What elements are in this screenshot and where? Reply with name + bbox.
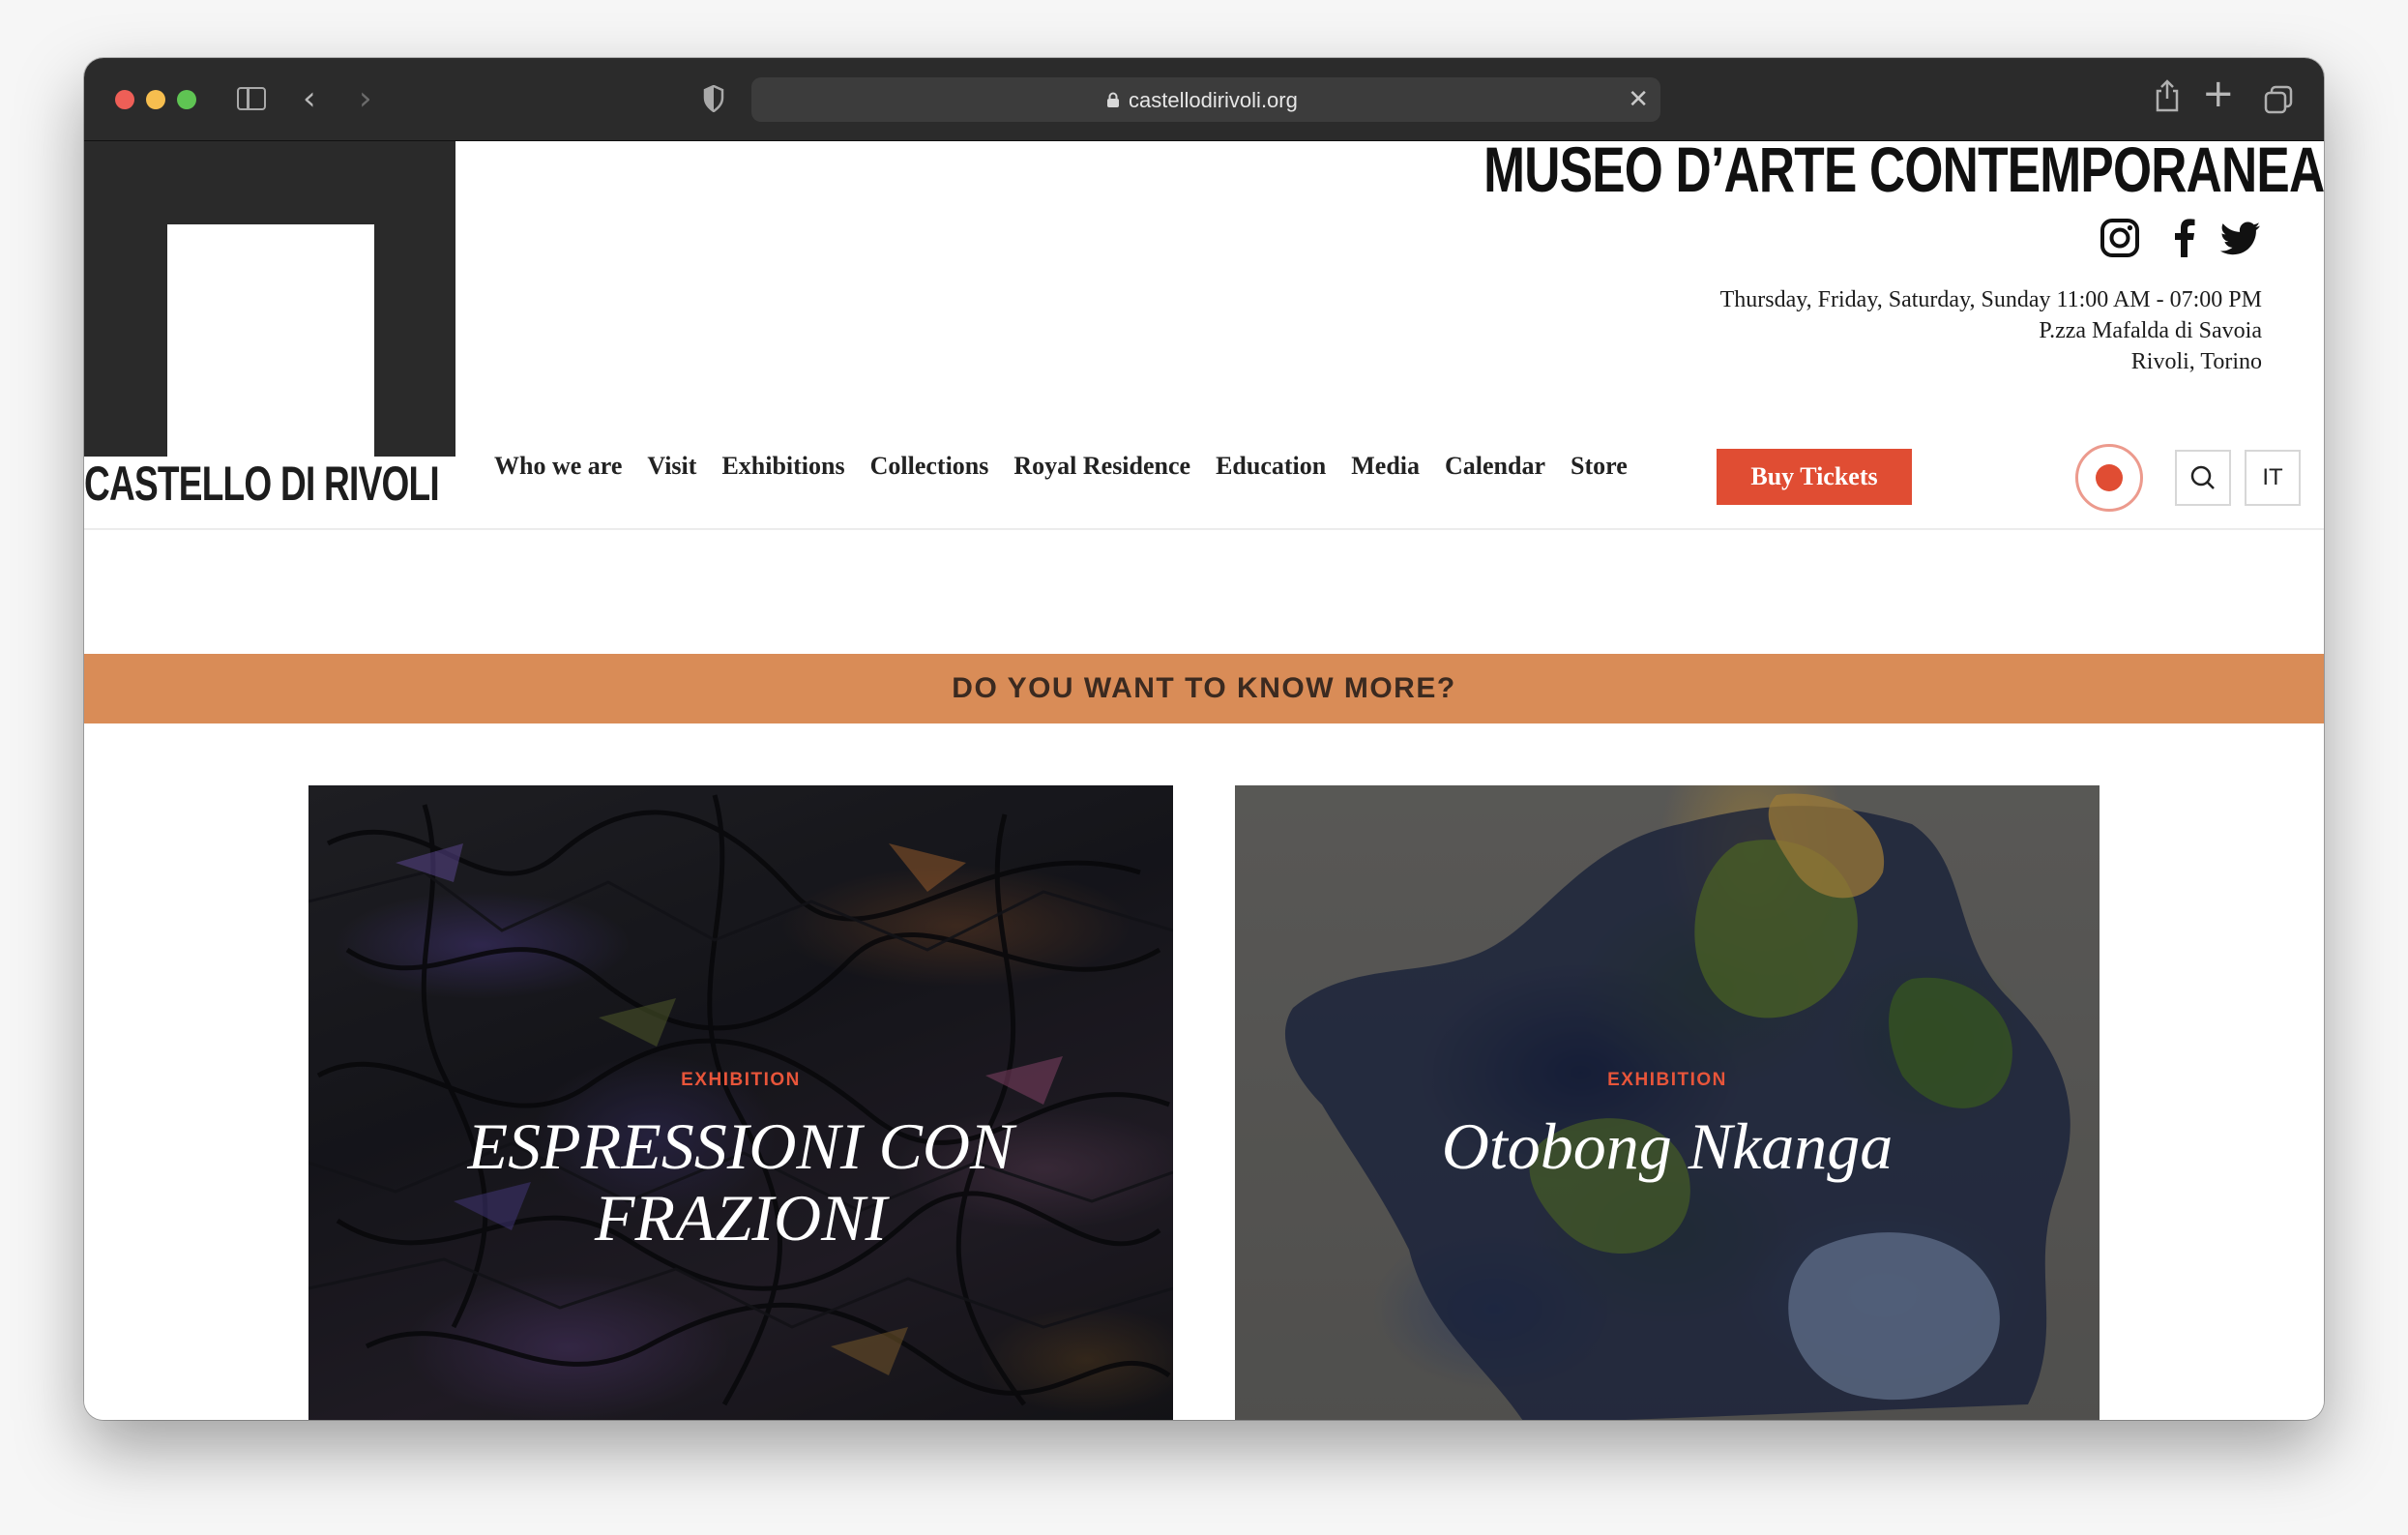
header-divider — [84, 528, 2324, 530]
nav-calendar[interactable]: Calendar — [1445, 452, 1545, 481]
museum-title: MUSEO D’ARTE CONTEMPORANEA — [1483, 141, 2324, 205]
logo-door-shape — [167, 224, 374, 457]
share-icon[interactable] — [2154, 79, 2181, 112]
logo-wordmark[interactable]: CASTELLO DI RIVOLI — [84, 457, 440, 511]
nav-visit[interactable]: Visit — [647, 452, 696, 481]
search-button[interactable] — [2175, 450, 2231, 506]
card-tag: EXHIBITION — [1607, 1070, 1727, 1090]
back-icon[interactable]: ‹ — [303, 79, 316, 118]
instagram-icon[interactable] — [2099, 217, 2141, 259]
address-city: Rivoli, Torino — [2130, 349, 2262, 374]
close-window-button[interactable] — [115, 90, 134, 109]
nav-education[interactable]: Education — [1216, 452, 1326, 481]
forward-icon[interactable]: › — [359, 79, 372, 118]
card-title[interactable]: ESPRESSIONI CON FRAZIONI — [347, 1110, 1134, 1254]
tab-overview-icon[interactable] — [2264, 85, 2293, 114]
know-more-banner[interactable]: DO YOU WANT TO KNOW MORE? — [84, 654, 2324, 723]
url-text: castellodirivoli.org — [1129, 88, 1298, 112]
exhibition-card[interactable]: EXHIBITION Otobong Nkanga — [1235, 785, 2100, 1420]
nav-who-we-are[interactable]: Who we are — [494, 452, 622, 481]
museum-info: Thursday, Friday, Saturday, Sunday 11:00… — [1720, 284, 2262, 377]
language-switch-button[interactable]: IT — [2245, 450, 2301, 506]
castello-logo-mark[interactable] — [84, 141, 455, 457]
facebook-icon[interactable] — [2163, 217, 2206, 259]
nav-media[interactable]: Media — [1351, 452, 1420, 481]
live-record-button[interactable] — [2075, 444, 2143, 512]
nav-royal-residence[interactable]: Royal Residence — [1013, 452, 1190, 481]
nav-collections[interactable]: Collections — [870, 452, 989, 481]
exhibition-card[interactable]: EXHIBITION ESPRESSIONI CON FRAZIONI — [308, 785, 1173, 1420]
card-shade — [308, 785, 1173, 1420]
card-tag: EXHIBITION — [681, 1070, 801, 1090]
address-bar[interactable]: castellodirivoli.org ✕ — [751, 77, 1660, 122]
browser-window: ‹ › castellodirivoli.org ✕ + CASTELLO DI… — [84, 58, 2324, 1420]
buy-tickets-button[interactable]: Buy Tickets — [1717, 449, 1912, 505]
opening-hours: Thursday, Friday, Saturday, Sunday 11:00… — [1719, 287, 2262, 312]
web-page: CASTELLO DI RIVOLI MUSEO D’ARTE CONTEMPO… — [84, 141, 2324, 1420]
nav-exhibitions[interactable]: Exhibitions — [721, 452, 844, 481]
address-street: P.zza Mafalda di Savoia — [2039, 318, 2262, 343]
maximize-window-button[interactable] — [177, 90, 196, 109]
record-dot-icon — [2096, 464, 2123, 491]
main-nav: Who we are Visit Exhibitions Collections… — [494, 447, 1653, 486]
clear-url-icon[interactable]: ✕ — [1628, 85, 1649, 114]
card-shade — [1235, 785, 2100, 1420]
search-icon — [2190, 465, 2215, 489]
privacy-shield-icon[interactable] — [703, 85, 724, 112]
card-title[interactable]: Otobong Nkanga — [1274, 1110, 2061, 1182]
twitter-icon[interactable] — [2219, 217, 2262, 259]
browser-toolbar: ‹ › castellodirivoli.org ✕ + — [84, 58, 2324, 141]
lock-icon — [1107, 92, 1119, 107]
new-tab-icon[interactable]: + — [2202, 72, 2235, 116]
nav-store[interactable]: Store — [1571, 452, 1628, 481]
sidebar-toggle-icon[interactable] — [237, 87, 266, 110]
minimize-window-button[interactable] — [146, 90, 165, 109]
